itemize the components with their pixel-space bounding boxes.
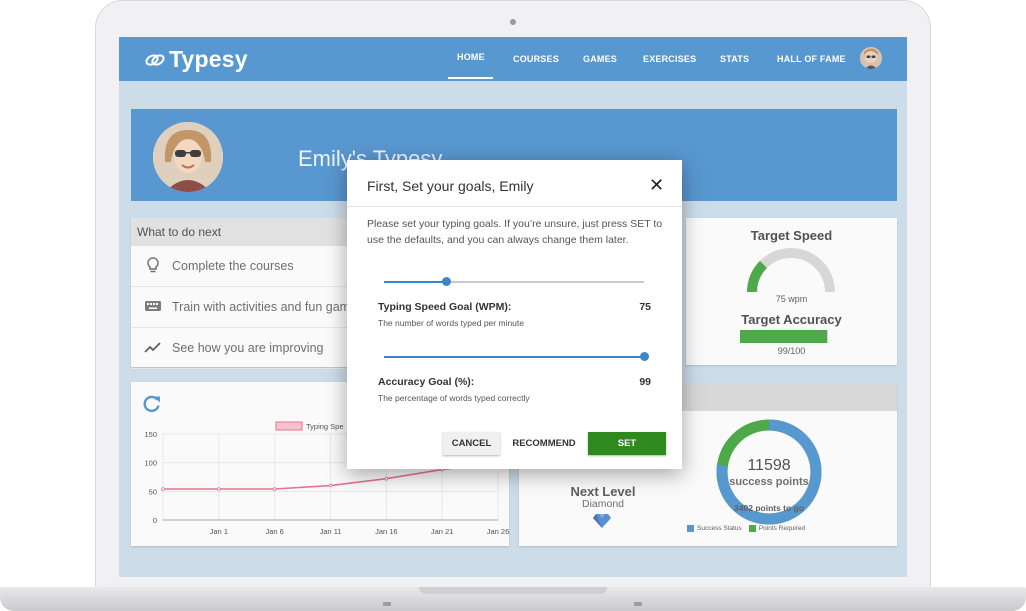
goals-dialog: First, Set your goals, Emily ✕ Please se… [347,160,682,469]
set-button[interactable]: SET [588,432,666,455]
speed-goal-value: 75 [639,301,651,313]
accuracy-goal-value: 99 [639,376,651,388]
accuracy-goal-help: The percentage of words typed correctly [378,393,530,403]
cancel-button[interactable]: CANCEL [443,432,500,455]
accuracy-goal-label: Accuracy Goal (%): [378,376,475,388]
laptop-foot-right [634,602,642,606]
slider-fill [384,356,644,358]
dialog-intro: Please set your typing goals. If you’re … [367,218,663,246]
camera-dot [510,19,516,25]
slider-fill [384,281,447,283]
laptop-base-notch [419,587,607,594]
dialog-title: First, Set your goals, Emily [367,178,534,194]
speed-goal-slider[interactable] [384,274,644,290]
close-icon[interactable]: ✕ [649,176,664,194]
recommend-button[interactable]: RECOMMEND [509,432,579,455]
speed-goal-label: Typing Speed Goal (WPM): [378,301,512,313]
accuracy-goal-slider[interactable] [384,349,649,365]
slider-thumb[interactable] [639,352,649,361]
laptop-foot-left [383,602,391,606]
dialog-divider [347,206,682,207]
speed-goal-help: The number of words typed per minute [378,318,524,328]
slider-thumb[interactable] [441,277,451,286]
